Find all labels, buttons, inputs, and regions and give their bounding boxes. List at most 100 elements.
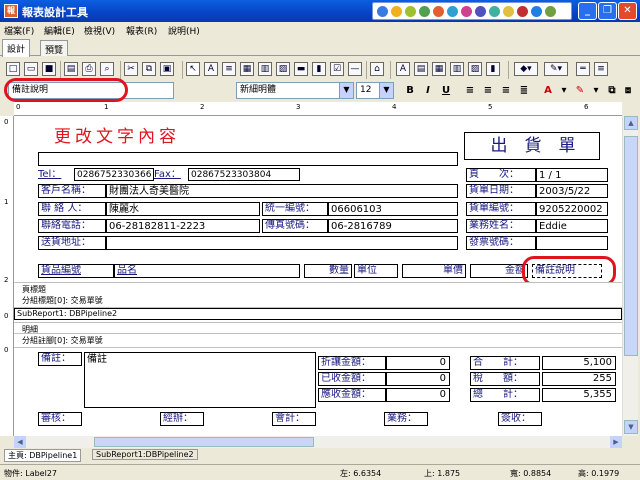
phone-label[interactable]: 聯絡電話： xyxy=(38,219,106,233)
maximize-button[interactable]: ❐ xyxy=(598,2,617,20)
receivable-field[interactable]: 0 xyxy=(386,388,450,402)
band-detail[interactable]: 明細 xyxy=(14,322,622,334)
tray-icon[interactable] xyxy=(391,6,402,17)
line-style-icon[interactable]: ≡ xyxy=(594,62,608,76)
pointer-icon[interactable]: ↖ xyxy=(186,62,200,76)
taxid-label[interactable]: 統一編號： xyxy=(262,202,328,216)
col-qty-label[interactable]: 數量 xyxy=(304,264,352,278)
richtext-tool-icon[interactable]: ▦ xyxy=(240,62,254,76)
align-left-icon[interactable]: ≡ xyxy=(462,83,478,99)
paste-icon[interactable]: ▣ xyxy=(160,62,174,76)
underline-button[interactable]: U xyxy=(438,83,454,99)
label-tool-icon[interactable]: A xyxy=(204,62,218,76)
dbbarcode-tool-icon[interactable]: ▮ xyxy=(486,62,500,76)
region-tool-icon[interactable]: ⌂ xyxy=(370,62,384,76)
tab-preview[interactable]: 預覽 xyxy=(40,40,69,56)
note-label[interactable]: 備註： xyxy=(38,352,82,366)
menu-file[interactable]: 檔案(F) xyxy=(4,24,34,37)
dbcalc-tool-icon[interactable]: ▥ xyxy=(450,62,464,76)
col-amount-label[interactable]: 金額 xyxy=(470,264,528,278)
page-setup-icon[interactable]: ▤ xyxy=(64,62,78,76)
print-icon[interactable]: ⎙ xyxy=(82,62,96,76)
invoice-label[interactable]: 發票號碼： xyxy=(466,236,536,250)
line-tool-icon[interactable]: — xyxy=(348,62,362,76)
fax-label[interactable]: Fax： xyxy=(154,168,181,181)
tray-icon[interactable] xyxy=(461,6,472,17)
tax-field[interactable]: 255 xyxy=(542,372,616,386)
subreport-region[interactable]: SubReport1: DBPipeline2 xyxy=(14,308,622,320)
minimize-button[interactable]: _ xyxy=(578,2,597,20)
tray-icon[interactable] xyxy=(433,6,444,17)
fax-field[interactable]: 02867523303804 xyxy=(188,168,300,181)
tel-label[interactable]: Tel： xyxy=(38,168,61,181)
doc-title[interactable]: 出 貨 單 xyxy=(464,132,600,160)
subtotal-label[interactable]: 合 計： xyxy=(470,356,540,370)
close-button[interactable]: ✕ xyxy=(618,2,637,20)
font-color-icon[interactable]: A xyxy=(540,83,556,99)
orderno-field[interactable]: 9205220002 xyxy=(536,202,608,216)
customer-label[interactable]: 客戶名稱： xyxy=(38,184,106,198)
received-label[interactable]: 已收金額： xyxy=(318,372,386,386)
contact-label[interactable]: 聯 絡 人： xyxy=(38,202,106,216)
col-name-label[interactable]: 品名 xyxy=(114,264,300,278)
tray-icon[interactable] xyxy=(419,6,430,17)
note-field[interactable]: 備註 xyxy=(84,352,316,408)
new-icon[interactable]: □ xyxy=(6,62,20,76)
image-tool-icon[interactable]: ▨ xyxy=(276,62,290,76)
heading-text[interactable]: 更改文字內容 xyxy=(54,122,180,147)
band-group-footer[interactable]: 分組註腳[0]: 交易單號 xyxy=(14,334,622,348)
copy-icon[interactable]: ⧉ xyxy=(142,62,156,76)
tray-icon[interactable] xyxy=(489,6,500,17)
faxno-label[interactable]: 傳真號碼： xyxy=(262,219,328,233)
taxid-field[interactable]: 06606103 xyxy=(328,202,458,216)
horizontal-scrollbar[interactable]: ◀ ▶ xyxy=(14,436,622,448)
align-center-icon[interactable]: ≡ xyxy=(480,83,496,99)
company-field[interactable] xyxy=(38,152,458,166)
tray-icon[interactable] xyxy=(503,6,514,17)
page-field[interactable]: 1 / 1 xyxy=(536,168,608,182)
vertical-scrollbar[interactable]: ▲ ▼ xyxy=(622,116,638,436)
sign-review-label[interactable]: 審核： xyxy=(38,412,82,426)
tray-icon[interactable] xyxy=(447,6,458,17)
design-canvas[interactable]: 更改文字內容 出 貨 單 Tel： 0286752330366 Fax： 028… xyxy=(14,116,622,436)
chevron-down-icon[interactable]: ▾ xyxy=(556,83,572,99)
col-price-label[interactable]: 單價 xyxy=(402,264,466,278)
menu-report[interactable]: 報表(R) xyxy=(126,24,157,37)
customer-field[interactable]: 財團法人奇美醫院 xyxy=(106,184,458,198)
phone-field[interactable]: 06-28182811-2223 xyxy=(106,219,260,233)
align-right-icon[interactable]: ≡ xyxy=(498,83,514,99)
address-field[interactable] xyxy=(106,236,458,250)
font-size-select[interactable]: 12 ▼ xyxy=(356,82,394,99)
calc-tool-icon[interactable]: ▥ xyxy=(258,62,272,76)
tray-icon[interactable] xyxy=(545,6,556,17)
address-label[interactable]: 送貨地址： xyxy=(38,236,106,250)
sign-handler-label[interactable]: 經辦： xyxy=(160,412,204,426)
line-color-icon[interactable]: ✎▾ xyxy=(544,62,568,76)
tray-icon[interactable] xyxy=(377,6,388,17)
scroll-right-icon[interactable]: ▶ xyxy=(610,436,622,448)
band-group-header[interactable]: 分組標題[0]: 交易單號 xyxy=(14,294,622,308)
scroll-up-icon[interactable]: ▲ xyxy=(624,116,638,130)
justify-icon[interactable]: ≣ xyxy=(516,83,532,99)
cut-icon[interactable]: ✂ xyxy=(124,62,138,76)
menu-view[interactable]: 檢視(V) xyxy=(84,24,115,37)
dbimage-tool-icon[interactable]: ▨ xyxy=(468,62,482,76)
tax-label[interactable]: 稅 額： xyxy=(470,372,540,386)
print-preview-icon[interactable]: ⌕ xyxy=(100,62,114,76)
fill-color-icon[interactable]: ◆▾ xyxy=(514,62,538,76)
checkbox-tool-icon[interactable]: ☑ xyxy=(330,62,344,76)
barcode-tool-icon[interactable]: ▮ xyxy=(312,62,326,76)
discount-field[interactable]: 0 xyxy=(386,356,450,370)
menu-edit[interactable]: 編輯(E) xyxy=(44,24,75,37)
dbtext-tool-icon[interactable]: A xyxy=(396,62,410,76)
save-icon[interactable]: ■ xyxy=(42,62,56,76)
orderno-label[interactable]: 貨單編號： xyxy=(466,202,536,216)
dbrichtext-tool-icon[interactable]: ▦ xyxy=(432,62,446,76)
sales-field[interactable]: Eddie xyxy=(536,219,608,233)
page-tab-subreport[interactable]: SubReport1:DBPipeline2 xyxy=(92,449,198,460)
open-icon[interactable]: ▭ xyxy=(24,62,38,76)
dbmemo-tool-icon[interactable]: ▤ xyxy=(414,62,428,76)
total-label[interactable]: 總 計： xyxy=(470,388,540,402)
memo-tool-icon[interactable]: ≡ xyxy=(222,62,236,76)
tray-icon[interactable] xyxy=(475,6,486,17)
